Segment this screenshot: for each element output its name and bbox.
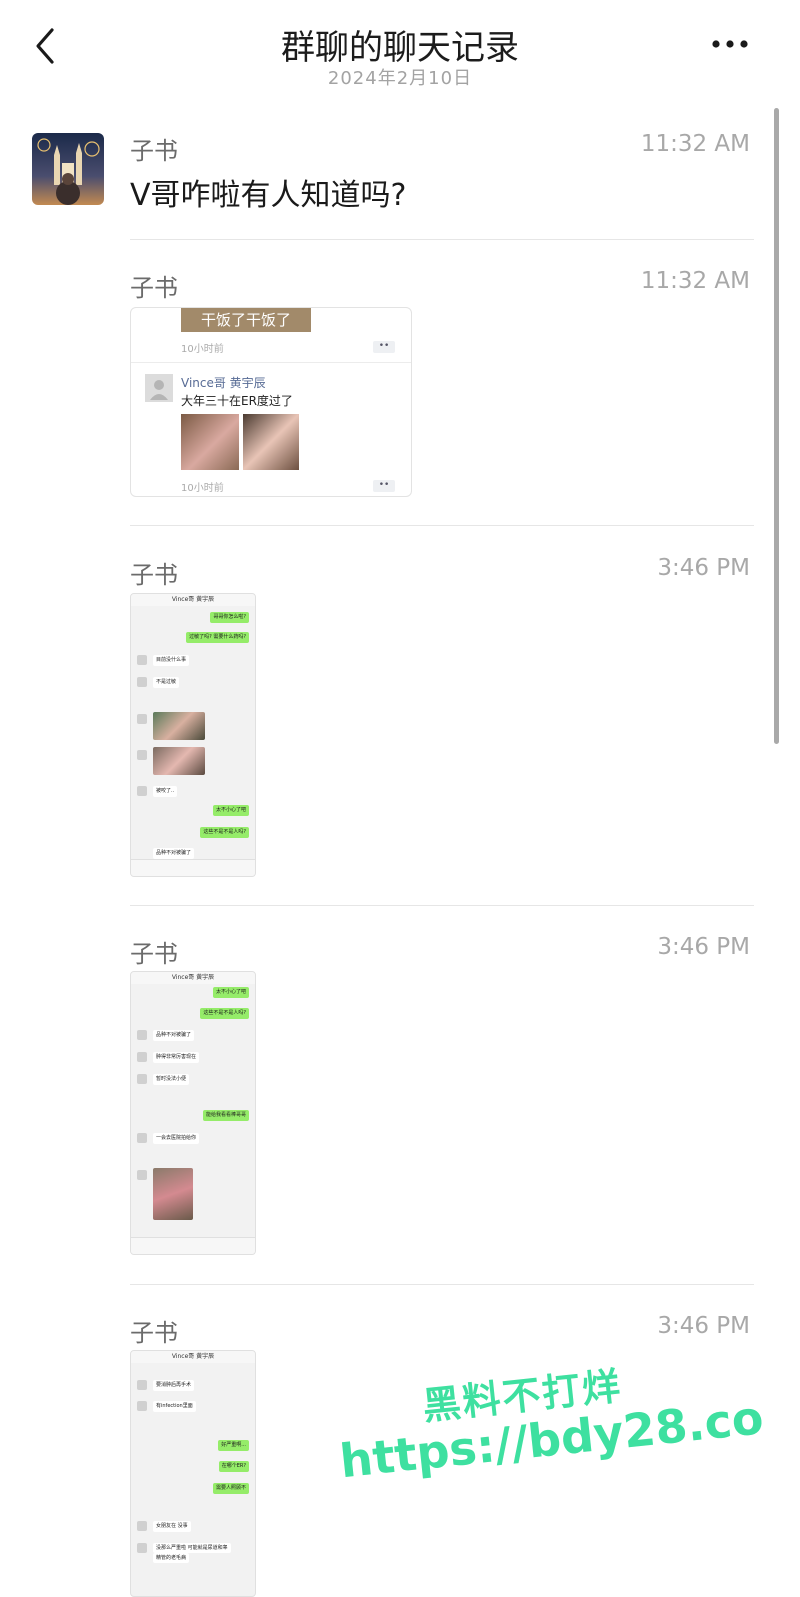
message-time: 11:32 AM [640,131,750,157]
avatar-icon [137,677,147,687]
avatar-icon [137,1170,147,1180]
chat-bubble: 能给我看看棒哥哥 [202,1110,249,1121]
avatar-icon [137,1030,147,1040]
scrollbar[interactable] [774,108,779,744]
card-divider [131,362,411,363]
chat-bubble: 没那么严重啦 可能就是尿道和睾 [153,1543,231,1553]
chat-title: Vince哥 黄宇辰 [131,1351,255,1363]
chat-bubble: 这些不是不是人吗? [200,827,249,838]
chat-bubble: 好严重啊... [218,1440,249,1451]
message-time: 3:46 PM [657,934,750,960]
avatar-icon [137,1074,147,1084]
chat-input-bar [131,1237,255,1254]
chat-bubble: 暂时没法小便 [153,1074,190,1085]
page-date: 2024年2月10日 [327,68,473,89]
moments-text: 大年三十在ER度过了 [181,394,293,408]
avatar[interactable] [32,133,104,205]
chat-bubble: 这些不是不是人吗? [200,1008,249,1019]
chat-bubble: 女朋友在 没事 [153,1521,191,1532]
user-avatar-icon [145,374,173,402]
sender-name: 子书 [130,561,178,589]
chat-bubble: 不是过敏 [153,677,180,688]
chat-bubble: 一会去医院拍给你 [153,1133,200,1144]
chat-bubble: 哥哥你怎么啦? [210,612,249,623]
chat-bubble: 品种不对被骗了 [153,848,195,859]
moments-more-icon: •• [373,480,395,492]
watermark: 黑料不打烊 https://bdy28.co [330,1321,766,1524]
chat-bubble: 目前没什么事 [153,655,190,666]
message-time: 3:46 PM [657,555,750,581]
moments-time: 10小时前 [181,344,224,355]
chat-title: Vince哥 黄宇辰 [131,594,255,606]
avatar-icon [137,1521,147,1531]
chat-bubble: 被咬了.. [153,786,178,797]
moments-screenshot[interactable]: 干饭了干饭了 10小时前 •• Vince哥 黄宇辰 大年三十在ER度过了 10… [130,307,412,497]
chat-bubble: 太不小心了吧 [212,805,249,816]
avatar-icon [137,1380,147,1390]
chat-bubble: 精管的老毛病 [153,1553,190,1563]
chat-screenshot[interactable]: Vince哥 黄宇辰 太不小心了吧 这些不是不是人吗? 品种不对被骗了 肿得非常… [130,971,256,1255]
chat-photo [153,1168,193,1220]
chat-bubble: 太不小心了吧 [212,987,249,998]
chat-screenshot[interactable]: Vince哥 黄宇辰 哥哥你怎么啦? 过敏了吗? 需要什么药吗? 目前没什么事 … [130,593,256,877]
moments-time: 10小时前 [181,483,224,494]
chat-photo [153,712,205,740]
header: 群聊的聊天记录 2024年2月10日 [0,0,800,100]
chat-bubble: 需要人照顾不 [212,1483,249,1494]
chat-bubble: 过敏了吗? 需要什么药吗? [186,632,249,643]
avatar-icon [137,1401,147,1411]
avatar-icon [137,655,147,665]
avatar-icon [137,714,147,724]
divider [130,239,754,240]
moments-username: Vince哥 黄宇辰 [181,376,266,390]
divider [130,1284,754,1285]
avatar-icon [137,1543,147,1553]
avatar-icon [137,1133,147,1143]
page-title: 群聊的聊天记录 [281,28,519,68]
more-options-icon[interactable] [705,28,755,60]
divider [130,905,754,906]
chat-screenshot[interactable]: Vince哥 黄宇辰 要消肿后再手术 有infection里面 好严重啊... … [130,1350,256,1597]
chat-bubble: 有infection里面 [153,1401,196,1412]
moments-banner: 干饭了干饭了 [181,308,311,332]
sender-name: 子书 [130,940,178,968]
moments-photo [181,414,239,470]
moments-photo [243,414,299,470]
message-time: 11:32 AM [640,268,750,294]
sender-name: 子书 [130,1319,178,1347]
chat-bubble: 在哪个ER? [218,1461,249,1472]
avatar-icon [137,1052,147,1062]
chat-title: Vince哥 黄宇辰 [131,972,255,984]
chat-bubble: 要消肿后再手术 [153,1380,195,1391]
avatar-icon [137,786,147,796]
sender-name: 子书 [130,274,178,302]
chat-input-bar [131,859,255,876]
chat-bubble: 肿得非常厉害现在 [153,1052,200,1063]
chat-photo [153,747,205,775]
moments-more-icon: •• [373,341,395,353]
divider [130,525,754,526]
chat-bubble: 品种不对被骗了 [153,1030,195,1041]
message-text: V哥咋啦有人知道吗? [130,178,407,213]
sender-name: 子书 [130,137,178,165]
avatar-icon [137,750,147,760]
